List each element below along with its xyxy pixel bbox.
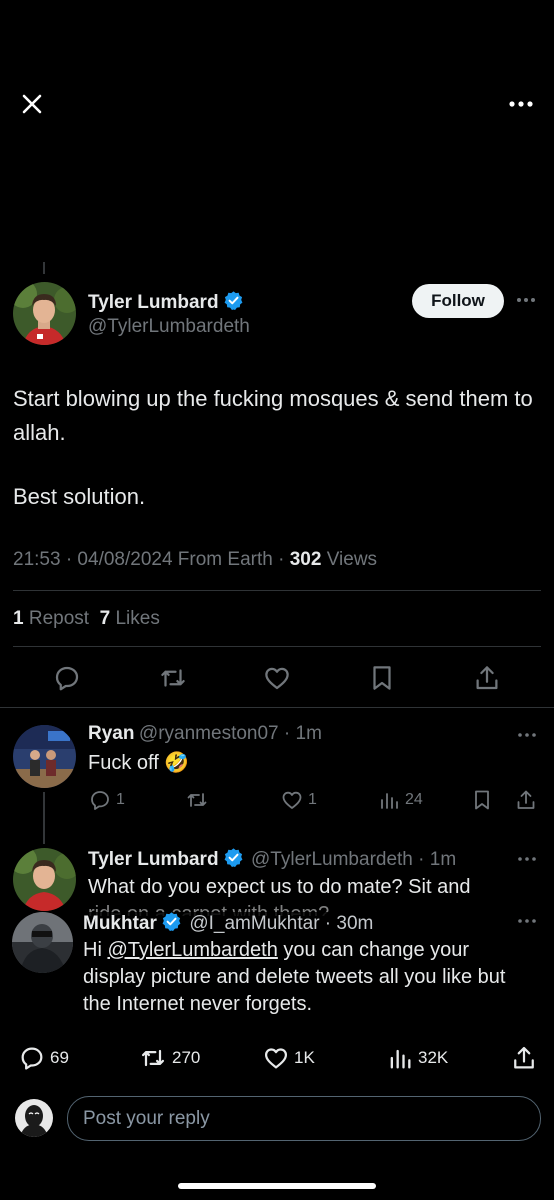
share-icon[interactable] bbox=[472, 663, 502, 693]
overlay-text: Hi @TylerLumbardeth you can change your … bbox=[83, 937, 533, 1018]
repost-icon bbox=[187, 793, 207, 807]
views-count: 302 bbox=[289, 549, 322, 570]
overlay-text-prefix: Hi bbox=[83, 939, 108, 961]
home-indicator[interactable] bbox=[178, 1183, 376, 1189]
reply-reply-count: 1 bbox=[116, 791, 125, 808]
reply2-text-line-1: What do you expect us to do mate? Sit an… bbox=[88, 876, 471, 898]
repost-icon bbox=[141, 1049, 165, 1067]
verified-badge-icon bbox=[223, 290, 244, 317]
overlay-avatar[interactable] bbox=[12, 912, 73, 973]
author-avatar[interactable] bbox=[13, 282, 76, 345]
reply2-more-icon[interactable] bbox=[516, 852, 538, 866]
post-timestamp: 21:53 · 04/08/2024 From Earth · bbox=[13, 549, 290, 570]
author-name[interactable]: Tyler Lumbard bbox=[88, 290, 244, 317]
views-label: Views bbox=[321, 549, 378, 570]
overlay-author-name[interactable]: Mukhtar bbox=[83, 913, 157, 934]
like-icon bbox=[282, 791, 302, 809]
reply-composer-input[interactable]: Post your reply bbox=[67, 1096, 541, 1141]
likes-label[interactable]: Likes bbox=[115, 608, 159, 629]
post-text-paragraph-2: Best solution. bbox=[13, 484, 146, 509]
user-avatar[interactable] bbox=[15, 1099, 53, 1137]
reply2-author-name[interactable]: Tyler Lumbard bbox=[88, 849, 219, 870]
divider bbox=[13, 646, 541, 647]
overlay-share-icon[interactable] bbox=[510, 1044, 538, 1072]
like-icon[interactable] bbox=[262, 663, 292, 693]
reply-share-icon[interactable] bbox=[514, 788, 538, 812]
likes-count[interactable]: 7 bbox=[100, 608, 111, 629]
overlay-views-button[interactable]: 32K bbox=[386, 1044, 448, 1072]
post-text-paragraph-1: Start blowing up the fucking mosques & s… bbox=[13, 386, 533, 445]
thread-line bbox=[43, 792, 45, 844]
more-options-icon[interactable] bbox=[506, 92, 536, 116]
overlay-author-handle[interactable]: @I_amMukhtar · 30m bbox=[189, 913, 373, 934]
overlay-mention[interactable]: @TylerLumbardeth bbox=[107, 939, 277, 961]
reply2-avatar[interactable] bbox=[13, 848, 76, 911]
reply-like-button[interactable]: 1 bbox=[280, 788, 317, 812]
overlay-views-count: 32K bbox=[418, 1048, 449, 1067]
reply2-author-handle[interactable]: @TylerLumbardeth · 1m bbox=[251, 849, 456, 870]
reply-repost-button[interactable] bbox=[185, 788, 209, 812]
reply-header: Ryan @ryanmeston07 · 1m bbox=[88, 723, 322, 745]
reply-icon[interactable] bbox=[52, 663, 82, 693]
overlay-reply-count: 69 bbox=[50, 1048, 69, 1067]
reply-icon bbox=[21, 1047, 43, 1070]
reposts-count[interactable]: 1 bbox=[13, 608, 24, 629]
close-icon[interactable] bbox=[18, 90, 46, 118]
reply-avatar[interactable] bbox=[13, 725, 76, 788]
author-name-text: Tyler Lumbard bbox=[88, 292, 219, 313]
thread-line bbox=[43, 262, 45, 274]
reply-author-handle[interactable]: @ryanmeston07 · 1m bbox=[139, 723, 322, 744]
reply-author-name[interactable]: Ryan bbox=[88, 723, 134, 744]
overlay-repost-button[interactable]: 270 bbox=[138, 1044, 200, 1072]
overlay-header: Mukhtar @I_amMukhtar · 30m bbox=[83, 911, 373, 937]
verified-badge-icon bbox=[161, 911, 182, 937]
overlay-like-button[interactable]: 1K bbox=[262, 1044, 315, 1072]
reply-like-count: 1 bbox=[308, 791, 317, 808]
like-icon bbox=[264, 1048, 288, 1069]
reply-bookmark-icon[interactable] bbox=[470, 788, 494, 812]
verified-badge-icon bbox=[223, 847, 244, 873]
reply-reply-button[interactable]: 1 bbox=[88, 788, 125, 812]
reply-icon bbox=[91, 791, 109, 810]
reply-views-count: 24 bbox=[405, 791, 423, 808]
views-icon bbox=[381, 793, 398, 809]
views-icon bbox=[390, 1049, 411, 1069]
follow-button[interactable]: Follow bbox=[412, 284, 504, 318]
post-meta: 21:53 · 04/08/2024 From Earth · 302 View… bbox=[13, 549, 377, 571]
composer-placeholder: Post your reply bbox=[83, 1107, 210, 1129]
post-more-icon[interactable] bbox=[514, 292, 538, 308]
overlay-repost-count: 270 bbox=[172, 1048, 201, 1067]
bookmark-icon[interactable] bbox=[367, 663, 397, 693]
reply-more-icon[interactable] bbox=[516, 728, 538, 742]
reply2-header: Tyler Lumbard @TylerLumbardeth · 1m bbox=[88, 847, 456, 873]
divider bbox=[0, 707, 554, 708]
post-body: Start blowing up the fucking mosques & s… bbox=[13, 382, 533, 544]
author-handle[interactable]: @TylerLumbardeth bbox=[88, 316, 250, 338]
overlay-reply-button[interactable]: 69 bbox=[18, 1044, 69, 1072]
reply-views-button[interactable]: 24 bbox=[377, 788, 423, 812]
overlay-more-icon[interactable] bbox=[516, 914, 538, 928]
engagement-counts: 1 Repost 7 Likes bbox=[13, 608, 160, 630]
reposts-label[interactable]: Repost bbox=[29, 608, 89, 629]
reply-text: Fuck off 🤣 bbox=[88, 752, 190, 774]
divider bbox=[13, 590, 541, 591]
repost-icon[interactable] bbox=[158, 663, 188, 693]
overlay-like-count: 1K bbox=[294, 1048, 315, 1067]
